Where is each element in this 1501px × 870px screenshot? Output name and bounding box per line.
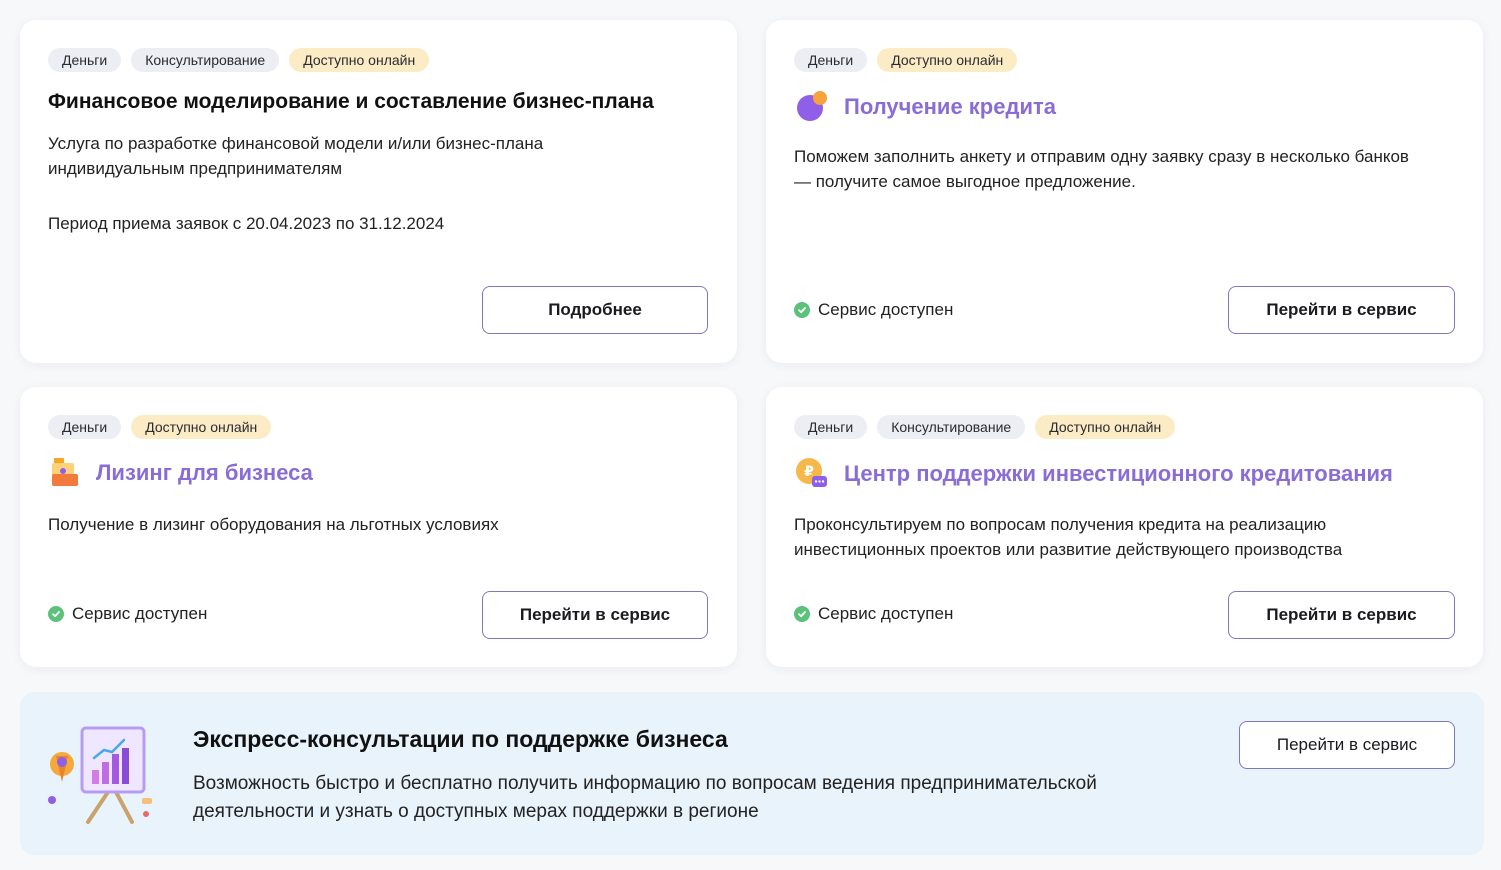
card-title-row[interactable]: ₽ Центр поддержки инвестиционного кредит… <box>794 456 1393 492</box>
check-icon <box>794 606 810 622</box>
card-title-row[interactable]: Получение кредита <box>794 90 1056 124</box>
presentation-board-icon <box>46 722 156 826</box>
service-status: Сервис доступен <box>794 300 953 320</box>
tag-consulting[interactable]: Консультирование <box>877 415 1026 439</box>
tag-online[interactable]: Доступно онлайн <box>131 415 272 439</box>
tag-money[interactable]: Деньги <box>48 48 122 72</box>
tag-consulting[interactable]: Консультирование <box>131 48 280 72</box>
tag-online[interactable]: Доступно онлайн <box>289 48 430 72</box>
card-description-line: Получение в лизинг оборудования на льгот… <box>48 515 499 534</box>
status-text: Сервис доступен <box>818 604 954 623</box>
card-description: Получение в лизинг оборудования на льгот… <box>48 512 499 537</box>
go-to-service-button[interactable]: Перейти в сервис <box>482 591 708 639</box>
card-description: Проконсультируем по вопросам получения к… <box>794 512 1342 562</box>
card-title[interactable]: Центр поддержки инвестиционного кредитов… <box>844 461 1393 487</box>
status-text: Сервис доступен <box>818 300 954 319</box>
service-status: Сервис доступен <box>48 604 207 624</box>
card-title[interactable]: Лизинг для бизнеса <box>96 460 313 486</box>
card-description-line: индивидуальным предпринимателям <box>48 159 343 178</box>
card-description-line: Услуга по разработке финансовой модели и… <box>48 134 544 153</box>
tag-list: Деньги Доступно онлайн <box>48 415 272 439</box>
banner-description: Возможность быстро и бесплатно получить … <box>193 770 1193 826</box>
banner-title[interactable]: Экспресс-консультации по поддержке бизне… <box>193 726 728 753</box>
card-description-line: — получите самое выгодное предложение. <box>794 172 1136 191</box>
tag-money[interactable]: Деньги <box>794 48 868 72</box>
service-card-credit: Деньги Доступно онлайн Получение кредита… <box>766 20 1483 363</box>
tag-money[interactable]: Деньги <box>794 415 868 439</box>
card-description-line: инвестиционных проектов или развитие дей… <box>794 540 1343 559</box>
banner-description-line: Возможность быстро и бесплатно получить … <box>193 773 1097 794</box>
card-description: Поможем заполнить анкету и отправим одну… <box>794 144 1409 194</box>
service-card-investment-crediting: Деньги Консультирование Доступно онлайн … <box>766 387 1483 667</box>
card-description: Услуга по разработке финансовой модели и… <box>48 131 543 181</box>
credit-icon <box>794 90 830 124</box>
tag-list: Деньги Консультирование Доступно онлайн <box>794 415 1176 439</box>
go-to-service-button[interactable]: Перейти в сервис <box>1228 286 1455 334</box>
service-status: Сервис доступен <box>794 604 953 624</box>
leasing-icon <box>48 454 82 492</box>
check-icon <box>48 606 64 622</box>
tag-list: Деньги Доступно онлайн <box>794 48 1018 72</box>
service-card-leasing: Деньги Доступно онлайн Лизинг для бизнес… <box>20 387 737 667</box>
card-title[interactable]: Получение кредита <box>844 94 1056 120</box>
tag-online[interactable]: Доступно онлайн <box>1035 415 1176 439</box>
go-to-service-button[interactable]: Перейти в сервис <box>1228 591 1455 639</box>
card-title-row[interactable]: Лизинг для бизнеса <box>48 454 313 492</box>
banner-description-line: деятельности и узнать о доступных мерах … <box>193 801 759 822</box>
service-card-financial-modeling: Деньги Консультирование Доступно онлайн … <box>20 20 737 363</box>
card-description-line: Проконсультируем по вопросам получения к… <box>794 515 1327 534</box>
tag-online[interactable]: Доступно онлайн <box>877 48 1018 72</box>
card-title[interactable]: Финансовое моделирование и составление б… <box>48 90 654 114</box>
go-to-service-button[interactable]: Перейти в сервис <box>1239 721 1455 769</box>
details-button[interactable]: Подробнее <box>482 286 708 334</box>
ruble-chat-icon: ₽ <box>794 456 830 492</box>
tag-list: Деньги Консультирование Доступно онлайн <box>48 48 430 72</box>
tag-money[interactable]: Деньги <box>48 415 122 439</box>
application-period: Период приема заявок с 20.04.2023 по 31.… <box>48 214 445 233</box>
express-consultation-banner: Экспресс-консультации по поддержке бизне… <box>20 692 1484 855</box>
check-icon <box>794 302 810 318</box>
card-description-line: Поможем заполнить анкету и отправим одну… <box>794 147 1409 166</box>
status-text: Сервис доступен <box>72 604 208 623</box>
